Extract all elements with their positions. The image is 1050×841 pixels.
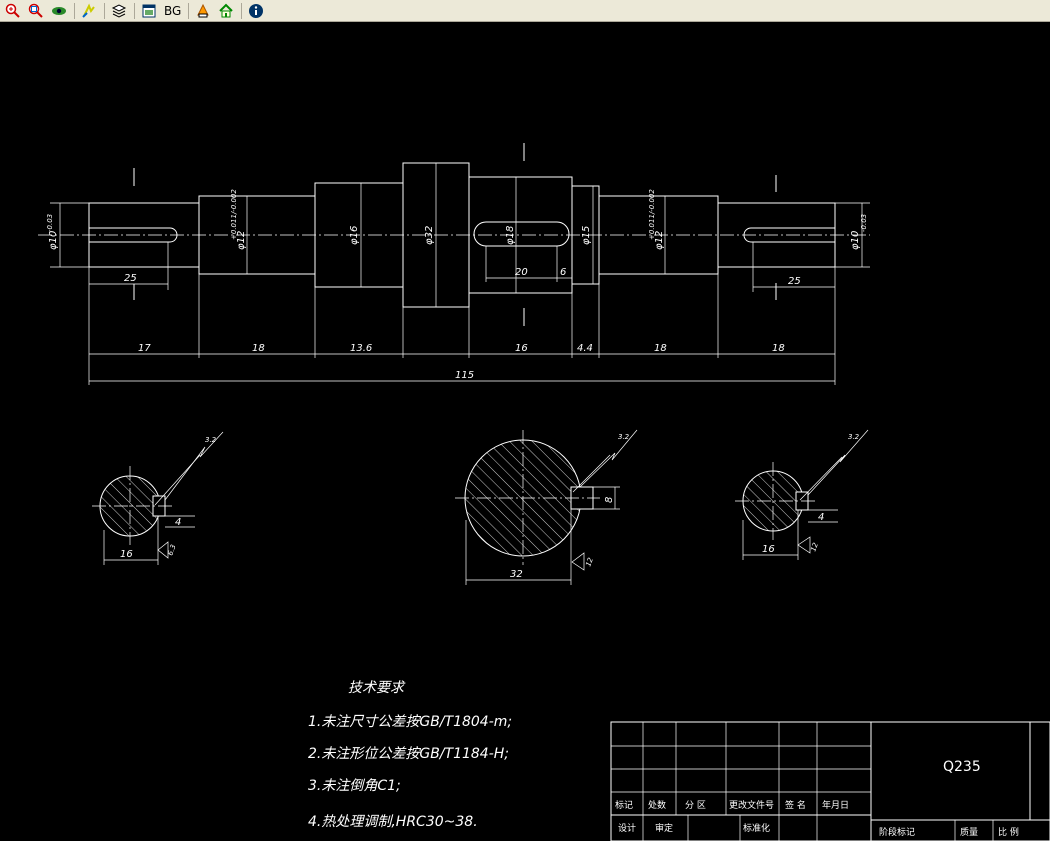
window-icon[interactable] bbox=[138, 1, 160, 21]
tb-count: 处数 bbox=[648, 799, 666, 811]
tb-mark: 标记 bbox=[615, 799, 633, 811]
note-4: 4.热处理调制,HRC30~38. bbox=[308, 814, 478, 830]
dim-seg2: 18 bbox=[252, 343, 265, 354]
sec-mid-h: 32 bbox=[510, 569, 523, 580]
note-2: 2.未注形位公差按GB/T1184-H; bbox=[308, 746, 509, 762]
dim-d10-right-tol: -0.03 bbox=[860, 214, 868, 232]
key-slots bbox=[89, 221, 835, 247]
dim-total: 115 bbox=[455, 370, 474, 381]
tb-scale: 比 例 bbox=[998, 826, 1019, 838]
section-left: 16 4 3.2 6.3 bbox=[92, 431, 224, 565]
tb-stage: 阶段标记 bbox=[879, 826, 915, 838]
section-mid: 32 8 3.2 12 bbox=[455, 429, 638, 585]
toolbar: BG bbox=[0, 0, 1050, 22]
sec-mid-rough: 3.2 bbox=[618, 433, 630, 441]
print-icon[interactable] bbox=[192, 1, 214, 21]
bg-button[interactable]: BG bbox=[161, 1, 184, 21]
title-block: Q235 标记 处数 分 区 更改文件号 签 名 年月日 设计 审定 标准化 阶… bbox=[610, 721, 1050, 841]
dim-d10-right: φ10 bbox=[850, 231, 861, 250]
sec-mid-rough2: 12 bbox=[584, 556, 595, 568]
tb-sign: 签 名 bbox=[785, 799, 806, 811]
section-right: 16 4 3.2 12 bbox=[735, 429, 869, 560]
pan-eye-icon[interactable] bbox=[48, 1, 70, 21]
tb-standard: 标准化 bbox=[743, 822, 770, 834]
sec-left-w: 4 bbox=[175, 517, 181, 528]
sec-mid-w: 8 bbox=[604, 497, 615, 503]
dim-d12-right-tol: +0.011/-0.002 bbox=[648, 189, 656, 240]
dim-key-left: 25 bbox=[124, 273, 137, 284]
notes-title: 技术要求 bbox=[348, 680, 406, 696]
tb-date: 年月日 bbox=[822, 799, 849, 811]
toolbar-separator bbox=[241, 2, 243, 19]
drawing-canvas[interactable]: φ10 -0.03 φ12 +0.011/-0.002 φ16 φ32 φ18 … bbox=[0, 23, 1050, 841]
material-label: Q235 bbox=[943, 759, 981, 775]
dim-d10-left: φ10 bbox=[48, 231, 59, 250]
toolbar-separator bbox=[134, 2, 135, 19]
dim-d15: φ15 bbox=[581, 226, 592, 245]
sec-left-rough: 3.2 bbox=[205, 436, 217, 444]
note-1: 1.未注尺寸公差按GB/T1804-m; bbox=[308, 714, 512, 730]
tb-zone: 分 区 bbox=[685, 800, 706, 811]
tb-review: 审定 bbox=[655, 822, 673, 834]
sec-left-h: 16 bbox=[120, 549, 133, 560]
dim-d32: φ32 bbox=[424, 226, 435, 245]
sec-right-h: 16 bbox=[762, 544, 775, 555]
dim-seg3: 13.6 bbox=[350, 343, 372, 354]
dim-key-right: 25 bbox=[788, 276, 801, 287]
axial-dims: 17 18 13.6 16 4.4 18 18 115 bbox=[88, 267, 836, 385]
dim-seg7: 18 bbox=[772, 343, 785, 354]
zoom-window-icon[interactable] bbox=[25, 1, 47, 21]
note-3: 3.未注倒角C1; bbox=[308, 778, 401, 794]
dim-d10-left-tol: -0.03 bbox=[46, 214, 54, 232]
shaft-drawing: φ10 -0.03 φ12 +0.011/-0.002 φ16 φ32 φ18 … bbox=[38, 143, 1050, 841]
tb-design: 设计 bbox=[618, 822, 636, 834]
redraw-icon[interactable] bbox=[78, 1, 100, 21]
sec-right-rough2: 12 bbox=[809, 541, 820, 553]
sec-right-w: 4 bbox=[818, 512, 824, 523]
dim-seg5: 4.4 bbox=[577, 343, 593, 354]
dim-seg6: 18 bbox=[654, 343, 667, 354]
zoom-in-icon[interactable] bbox=[2, 1, 24, 21]
tech-notes: 技术要求 1.未注尺寸公差按GB/T1804-m; 2.未注形位公差按GB/T1… bbox=[308, 680, 512, 830]
toolbar-separator bbox=[104, 2, 105, 19]
dim-key-mid: 20 bbox=[515, 267, 528, 278]
dim-seg1: 17 bbox=[138, 343, 151, 354]
dim-seg4: 16 bbox=[515, 343, 528, 354]
layers-icon[interactable] bbox=[108, 1, 130, 21]
dim-d12-left-tol: +0.011/-0.002 bbox=[230, 189, 238, 240]
toolbar-separator bbox=[188, 2, 190, 19]
tb-weight: 质量 bbox=[960, 826, 978, 838]
sec-right-rough: 3.2 bbox=[848, 433, 860, 441]
toolbar-separator bbox=[74, 2, 75, 19]
dim-d16: φ16 bbox=[349, 226, 360, 245]
info-icon[interactable] bbox=[245, 1, 267, 21]
diameter-labels: φ10 -0.03 φ12 +0.011/-0.002 φ16 φ32 φ18 … bbox=[46, 189, 868, 250]
home-icon[interactable] bbox=[215, 1, 237, 21]
tb-change-doc: 更改文件号 bbox=[729, 799, 774, 811]
dim-d18: φ18 bbox=[505, 226, 516, 245]
dim-key-mid-offset: 6 bbox=[560, 267, 566, 278]
